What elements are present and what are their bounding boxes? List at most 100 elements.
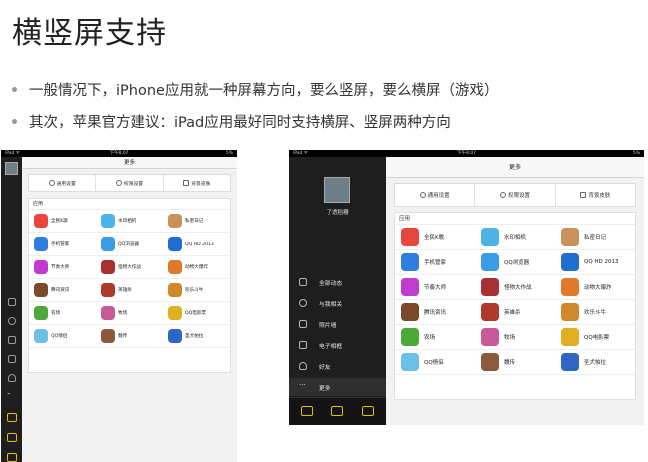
app-item[interactable]: 英雄杀 <box>96 279 163 302</box>
menu-item-more[interactable]: ··· 更多 <box>289 378 386 396</box>
app-item[interactable]: 全民K歌 <box>395 225 475 250</box>
app-item[interactable]: QQ电影票 <box>555 325 635 350</box>
menu-item-friends[interactable]: 好友 <box>289 357 386 375</box>
photo-icon[interactable] <box>8 336 16 344</box>
app-item[interactable]: 私密日记 <box>163 210 230 233</box>
message-icon[interactable] <box>301 406 313 416</box>
background-skin-button[interactable]: 背景皮肤 <box>556 184 635 206</box>
app-label: 怪物大作战 <box>504 285 532 291</box>
photo-icon <box>299 320 307 328</box>
bullet-list: 一般情况下，iPhone应用就一种屏幕方向，要么竖屏，要么横屏（游戏） 其次，苹… <box>12 78 498 142</box>
ranch-app-icon <box>481 328 499 346</box>
app-item[interactable]: 水印相机 <box>475 225 555 250</box>
diary-app-icon <box>561 228 579 246</box>
app-item[interactable]: 牧场 <box>96 302 163 325</box>
sidebar: ··· <box>1 157 22 462</box>
app-item[interactable]: 欢乐斗牛 <box>163 279 230 302</box>
app-item[interactable]: 全民K歌 <box>29 210 96 233</box>
app-item[interactable]: 腾讯资讯 <box>395 300 475 325</box>
app-item[interactable]: 农场 <box>395 325 475 350</box>
movie-app-icon <box>561 328 579 346</box>
background-skin-button[interactable]: 背景皮肤 <box>164 175 230 191</box>
settings-segmented-control: 通用设置 权限设置 背景皮肤 <box>394 183 636 207</box>
app-item[interactable]: 怪物大作战 <box>96 256 163 279</box>
app-item[interactable]: QQ浏览器 <box>475 250 555 275</box>
app-item[interactable]: 水印相机 <box>96 210 163 233</box>
apps-grid: 全民K歌 水印相机 私密日记手机管家 QQ浏览器 QQ HD 2013 节奏大师 怪物大作战… <box>29 210 230 348</box>
app-item[interactable]: 动物大爆炸 <box>555 275 635 300</box>
app-item[interactable]: 圣犬帕拉 <box>555 350 635 375</box>
at-icon[interactable] <box>8 317 16 325</box>
bullet-item: 其次，苹果官方建议：iPad应用最好同时支持横屏、竖屏两种方向 <box>12 110 498 132</box>
more-icon[interactable]: ··· <box>7 392 17 399</box>
camera-icon[interactable] <box>7 433 17 442</box>
menu-item-photo-frame[interactable]: 电子相框 <box>289 336 386 354</box>
app-item[interactable]: QQ情侣 <box>29 325 96 348</box>
main-content: 更多 通用设置 权限设置 背景皮肤 应用 全民K歌 水印相机 私密日记 手机管家 QQ浏… <box>22 157 237 462</box>
music-app-icon <box>401 278 419 296</box>
general-settings-button[interactable]: 通用设置 <box>29 175 97 191</box>
bullet-item: 一般情况下，iPhone应用就一种屏幕方向，要么竖屏，要么横屏（游戏） <box>12 78 498 100</box>
app-item[interactable]: 私密日记 <box>555 225 635 250</box>
bull-app-icon <box>561 303 579 321</box>
friends-icon[interactable] <box>8 374 16 382</box>
message-icon[interactable] <box>7 413 17 422</box>
status-time: 下午8:07 <box>456 151 477 156</box>
camera-icon[interactable] <box>331 406 343 416</box>
app-item[interactable]: 欢乐斗牛 <box>555 300 635 325</box>
app-item[interactable]: 动物大爆炸 <box>163 256 230 279</box>
avatar[interactable] <box>324 177 350 203</box>
app-item[interactable]: 圣犬帕拉 <box>163 325 230 348</box>
bullet-text: 其次，苹果官方建议：iPad应用最好同时支持横屏、竖屏两种方向 <box>29 114 451 131</box>
farm-app-icon <box>401 328 419 346</box>
app-item[interactable]: 魏传 <box>96 325 163 348</box>
compose-icon[interactable] <box>362 406 374 416</box>
app-item[interactable]: QQ电影票 <box>163 302 230 325</box>
menu-item-photo-wall[interactable]: 照片墙 <box>289 315 386 333</box>
bottom-toolbar <box>289 397 386 425</box>
star-icon[interactable] <box>8 298 16 306</box>
app-item[interactable]: QQ HD 2013 <box>163 233 230 256</box>
app-item[interactable]: 手机管家 <box>29 233 96 256</box>
app-item[interactable]: 手机管家 <box>395 250 475 275</box>
apps-section-title: 应用 <box>395 213 635 225</box>
wei-app-icon <box>481 353 499 371</box>
permission-settings-button[interactable]: 权限设置 <box>96 175 164 191</box>
app-item[interactable]: 怪物大作战 <box>475 275 555 300</box>
menu-item-all-feeds[interactable]: 全部动态 <box>289 273 386 291</box>
avatar[interactable] <box>5 162 18 175</box>
menu-label: 更多 <box>319 385 331 392</box>
compose-icon[interactable] <box>7 453 17 462</box>
app-label: 动物大爆炸 <box>185 265 208 270</box>
app-label: QQ HD 2013 <box>584 259 619 265</box>
apps-panel: 应用 全民K歌 水印相机 私密日记手机管家 QQ浏览器 QQ HD 2013 节奏大师 怪物… <box>394 212 636 400</box>
app-item[interactable]: 节奏大师 <box>395 275 475 300</box>
app-item[interactable]: 腾讯资讯 <box>29 279 96 302</box>
permission-settings-button[interactable]: 权限设置 <box>475 184 556 206</box>
browser-app-icon <box>481 253 499 271</box>
frame-icon <box>299 341 307 349</box>
news-app-icon <box>34 283 48 297</box>
general-settings-button[interactable]: 通用设置 <box>395 184 476 206</box>
music-app-icon <box>34 260 48 274</box>
app-item[interactable]: 英雄杀 <box>475 300 555 325</box>
monster-app-icon <box>101 260 115 274</box>
app-label: 英雄杀 <box>118 288 132 293</box>
app-item[interactable]: QQ情侣 <box>395 350 475 375</box>
app-label: 魏传 <box>504 360 516 366</box>
menu-item-related-to-me[interactable]: 与我相关 <box>289 294 386 312</box>
app-item[interactable]: QQ浏览器 <box>96 233 163 256</box>
general-settings-label: 通用设置 <box>56 181 76 187</box>
more-icon: ··· <box>299 381 306 389</box>
app-item[interactable]: 节奏大师 <box>29 256 96 279</box>
permission-settings-label: 权限设置 <box>123 181 144 187</box>
app-item[interactable]: 农场 <box>29 302 96 325</box>
app-label: 节奏大师 <box>51 265 70 270</box>
app-item[interactable]: QQ HD 2013 <box>555 250 635 275</box>
app-item[interactable]: 牧场 <box>475 325 555 350</box>
frame-icon[interactable] <box>8 355 16 363</box>
settings-segmented-control: 通用设置 权限设置 背景皮肤 <box>28 174 231 192</box>
couple-app-icon <box>34 329 48 343</box>
app-item[interactable]: 魏传 <box>475 350 555 375</box>
app-label: 水印相机 <box>504 235 527 241</box>
